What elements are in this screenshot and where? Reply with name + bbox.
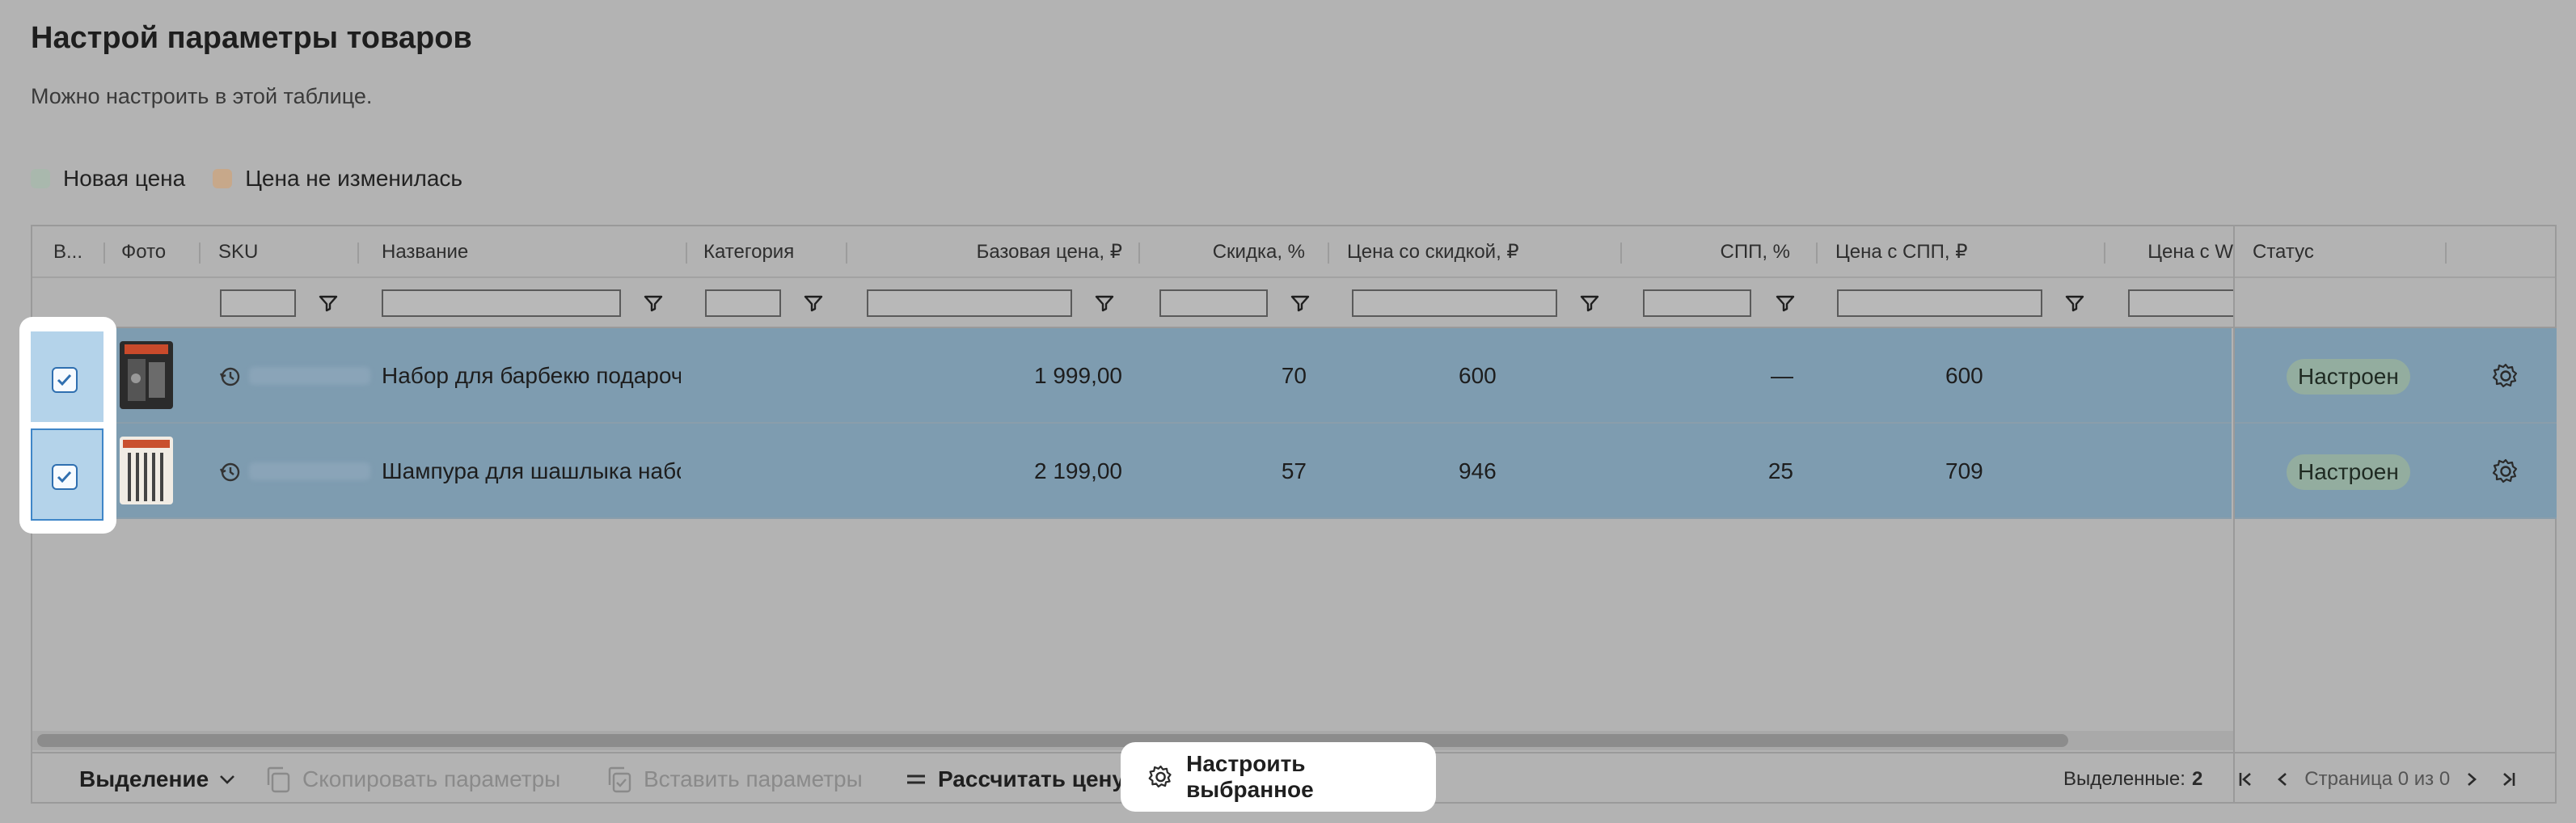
history-icon[interactable] (218, 365, 241, 388)
last-page-icon[interactable] (2498, 769, 2519, 790)
pagination: Выделенные: 2 Страница 0 из 0 (2063, 753, 2519, 805)
filter-icon[interactable] (1290, 294, 1310, 312)
sku-value (249, 367, 370, 385)
spp-price-value: 709 (1945, 458, 1983, 483)
page-subtitle: Можно настроить в этой таблице. (31, 84, 373, 108)
filter-input-spp-price[interactable] (1837, 289, 2042, 317)
filter-row (32, 278, 2555, 328)
row-checkbox[interactable] (52, 464, 78, 490)
legend: Новая цена Цена не изменилась (31, 166, 490, 192)
checkmark-icon (57, 471, 72, 483)
table-row-pinned: Настроен (2235, 328, 2557, 424)
status-badge: Настроен (2287, 454, 2410, 490)
legend-item-new-price: Новая цена (31, 166, 185, 192)
page-info: Страница 0 из 0 (2304, 768, 2451, 790)
legend-item-price-unchanged: Цена не изменилась (213, 166, 462, 192)
table-header: В... Фото SKU Название Категория Базовая… (32, 226, 2555, 278)
column-header-base-price[interactable]: Базовая цена, ₽ (847, 226, 1140, 278)
discount-price-value: 946 (1459, 458, 1497, 483)
filter-icon[interactable] (1095, 294, 1114, 312)
sku-value (249, 462, 370, 480)
first-page-icon[interactable] (2235, 769, 2256, 790)
chevron-down-icon (220, 775, 235, 784)
previous-page-icon[interactable] (2272, 769, 2293, 790)
discount-price-value: 600 (1459, 363, 1497, 388)
filter-input-base-price[interactable] (867, 289, 1072, 317)
column-header-select[interactable]: В... (32, 226, 103, 278)
copy-icon (267, 766, 290, 793)
checkmark-icon (57, 374, 72, 386)
selected-count-value: 2 (2191, 768, 2203, 790)
row-checkbox[interactable] (52, 367, 78, 393)
product-photo (120, 341, 173, 409)
paste-params-label: Вставить параметры (644, 766, 863, 791)
filter-input-sku[interactable] (220, 289, 296, 317)
column-header-discount-price[interactable]: Цена со скидкой, ₽ (1329, 226, 1617, 278)
selected-count-label: Выделенные: (2063, 768, 2185, 790)
legend-label: Новая цена (63, 166, 186, 191)
calculate-price-label: Рассчитать цену (938, 766, 1125, 791)
filter-input-name[interactable] (382, 289, 621, 317)
column-header-name[interactable]: Название (364, 226, 679, 278)
column-header-price-w[interactable]: Цена с W (2105, 226, 2233, 278)
table-row[interactable]: Набор для барбекю подароч 1 999,00 70 60… (32, 328, 2232, 424)
legend-swatch-price-unchanged (213, 169, 233, 188)
copy-params-label: Скопировать параметры (302, 766, 561, 791)
spp-value: — (1771, 363, 1793, 388)
column-header-category[interactable]: Категория (686, 226, 847, 278)
selection-menu-label: Выделение (79, 766, 209, 791)
history-icon[interactable] (218, 461, 241, 483)
filter-input-spp[interactable] (1643, 289, 1751, 317)
table-row[interactable]: Шампура для шашлыка набо 2 199,00 57 946… (32, 424, 2232, 519)
filter-icon[interactable] (2065, 294, 2084, 312)
product-name: Набор для барбекю подароч (382, 363, 681, 388)
column-header-discount[interactable]: Скидка, % (1140, 226, 1323, 278)
filter-icon[interactable] (644, 294, 663, 312)
base-price-value: 2 199,00 (1034, 458, 1122, 483)
filter-icon[interactable] (319, 294, 338, 312)
filter-icon[interactable] (804, 294, 823, 312)
copy-params-button[interactable]: Скопировать параметры (264, 753, 560, 805)
paste-params-button[interactable]: Вставить параметры (605, 753, 863, 805)
gear-icon[interactable] (2490, 361, 2521, 391)
calculate-price-button[interactable]: Рассчитать цену (904, 753, 1125, 805)
legend-swatch-new-price (31, 169, 50, 188)
products-table: В... Фото SKU Название Категория Базовая… (31, 225, 2557, 804)
filter-input-category[interactable] (705, 289, 781, 317)
pinned-column-divider (2233, 226, 2235, 802)
spp-price-value: 600 (1945, 363, 1983, 388)
selection-menu-button[interactable]: Выделение (79, 753, 238, 805)
equals-icon (907, 774, 925, 784)
gear-icon (1148, 765, 1172, 788)
column-header-status[interactable]: Статус (2235, 226, 2445, 278)
horizontal-scrollbar-thumb[interactable] (37, 734, 2068, 747)
column-header-spp[interactable]: СПП, % (1622, 226, 1808, 278)
filter-input-discount[interactable] (1159, 289, 1268, 317)
status-badge: Настроен (2287, 359, 2410, 395)
configure-selected-label: Настроить выбранное (1186, 751, 1314, 802)
column-header-sku[interactable]: SKU (201, 226, 362, 278)
column-header-spp-price[interactable]: Цена с СПП, ₽ (1818, 226, 2101, 278)
filter-icon[interactable] (1580, 294, 1599, 312)
configure-selected-button[interactable]: Настроить выбранное (1124, 745, 1433, 808)
filter-input-price-w[interactable] (2128, 289, 2233, 317)
filter-input-discount-price[interactable] (1352, 289, 1557, 317)
discount-value: 57 (1281, 458, 1307, 483)
filter-icon[interactable] (1776, 294, 1795, 312)
next-page-icon[interactable] (2461, 769, 2482, 790)
paste-icon (608, 766, 631, 793)
spp-value: 25 (1767, 458, 1793, 483)
product-name: Шампура для шашлыка набо (382, 458, 681, 483)
base-price-value: 1 999,00 (1034, 363, 1122, 388)
discount-value: 70 (1281, 363, 1307, 388)
table-row-pinned: Настроен (2235, 424, 2557, 519)
legend-label: Цена не изменилась (245, 166, 463, 191)
page-title: Настрой параметры товаров (31, 21, 472, 55)
gear-icon[interactable] (2490, 456, 2521, 487)
product-photo (120, 437, 173, 504)
